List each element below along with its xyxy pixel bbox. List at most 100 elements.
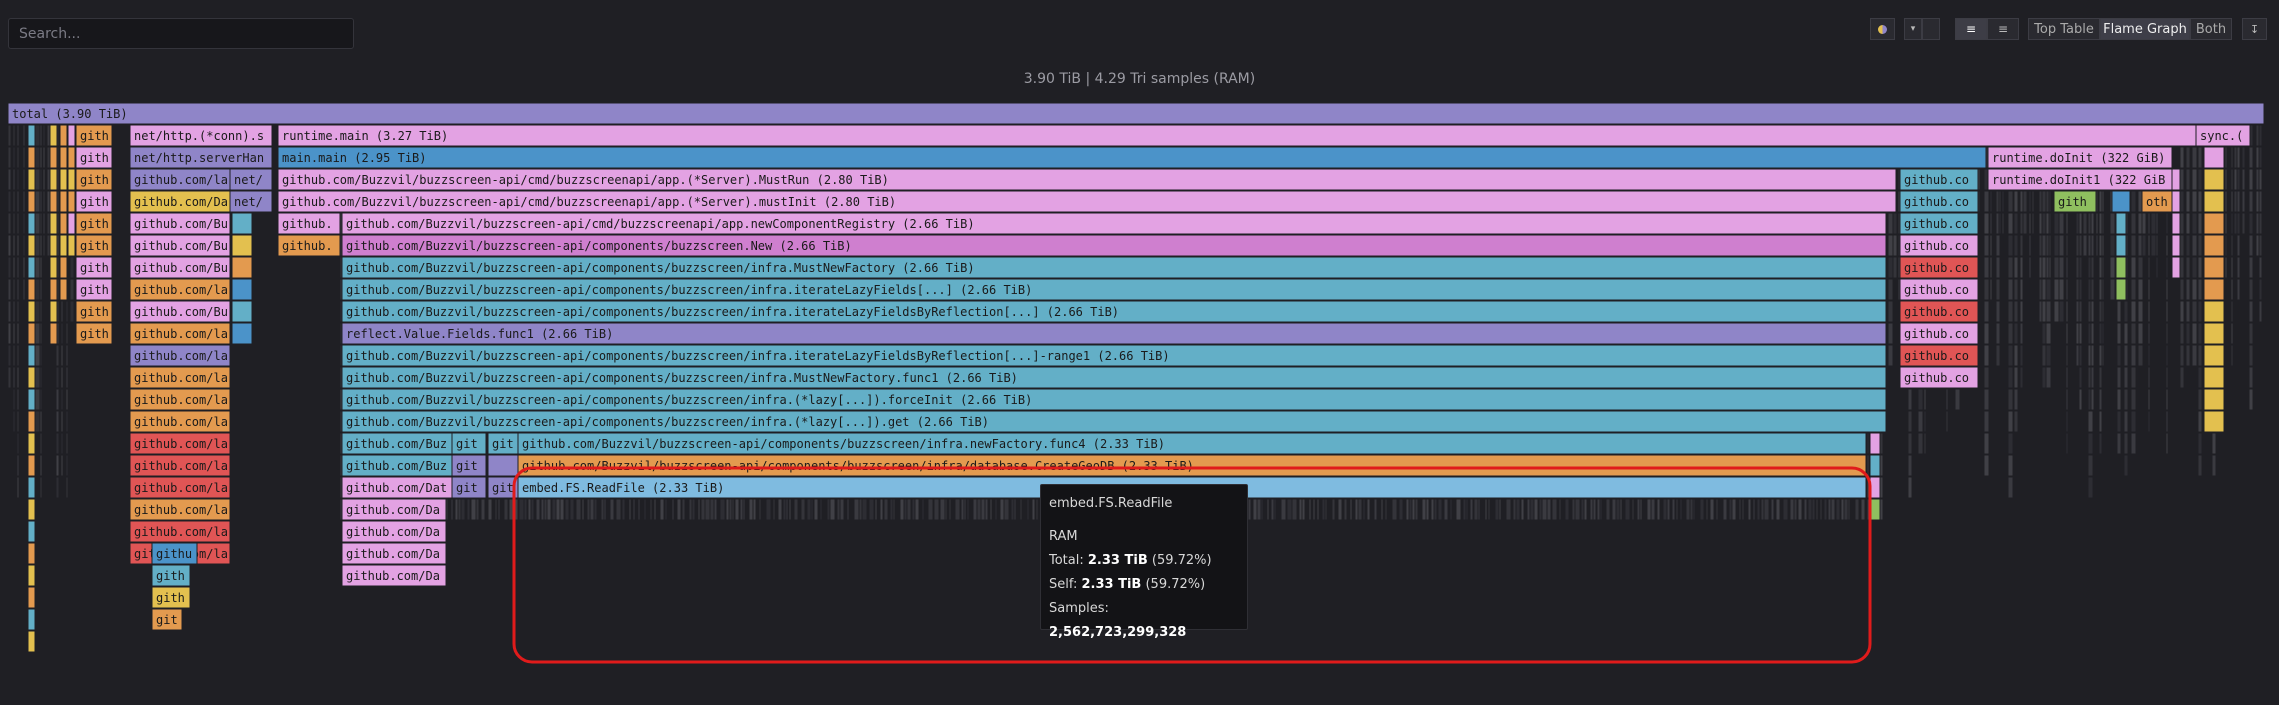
frame-minor[interactable] xyxy=(2101,212,2105,235)
frame-rect[interactable] xyxy=(653,498,657,521)
frame-minor[interactable] xyxy=(470,498,477,521)
frame-rect[interactable] xyxy=(39,190,43,213)
frame-rect[interactable] xyxy=(16,212,20,235)
frame-minor[interactable] xyxy=(2185,344,2191,367)
frame-minor[interactable] xyxy=(55,432,60,455)
frame-rect[interactable] xyxy=(2007,256,2014,279)
frame-rect[interactable] xyxy=(2058,234,2065,257)
frame-minor[interactable] xyxy=(2090,256,2095,279)
frame-minor[interactable] xyxy=(2123,388,2129,411)
frame-minor[interactable] xyxy=(60,366,64,389)
frame-rect[interactable] xyxy=(2078,278,2083,301)
frame-minor[interactable] xyxy=(55,344,60,367)
frame-minor[interactable] xyxy=(55,366,60,389)
frame-rect[interactable] xyxy=(2179,234,2185,257)
frame-minor[interactable] xyxy=(2230,344,2234,367)
frame-minor[interactable] xyxy=(1995,278,2001,301)
frame-rect[interactable] xyxy=(2116,300,2122,323)
frame-rect[interactable] xyxy=(1887,234,1894,257)
frame-minor[interactable] xyxy=(1983,454,1990,477)
frame-rect[interactable] xyxy=(559,498,565,521)
frame-rect[interactable] xyxy=(12,322,16,345)
frame-minor[interactable] xyxy=(16,212,20,235)
frame-rect[interactable] xyxy=(2248,278,2254,301)
frame-rect[interactable] xyxy=(16,124,20,147)
frame-rect[interactable] xyxy=(2048,212,2052,235)
frame-minor[interactable] xyxy=(2165,410,2169,433)
frame-minor[interactable] xyxy=(2007,432,2014,455)
frame-minor[interactable] xyxy=(1892,234,1898,257)
frame-rect[interactable] xyxy=(1954,388,1961,411)
frame-rect[interactable] xyxy=(16,388,20,411)
frame-minor[interactable] xyxy=(2179,234,2185,257)
frame-rect[interactable] xyxy=(2248,190,2254,213)
frame-rect[interactable] xyxy=(16,454,20,477)
frame-rect[interactable] xyxy=(1945,410,1949,433)
frame-rect[interactable] xyxy=(2130,256,2137,279)
frame-rect[interactable] xyxy=(12,344,16,367)
frame-rect[interactable] xyxy=(2007,410,2014,433)
frame-minor[interactable] xyxy=(2130,410,2137,433)
frame-rect[interactable] xyxy=(2053,278,2060,301)
frame-minor[interactable] xyxy=(2197,388,2203,411)
frame-rect[interactable] xyxy=(2258,146,2263,169)
frame-minor[interactable] xyxy=(2211,454,2217,477)
frame-rect[interactable] xyxy=(2248,366,2254,389)
frame-rect[interactable] xyxy=(2185,212,2191,235)
frame-minor[interactable] xyxy=(2236,212,2241,235)
frame-rect[interactable] xyxy=(2101,234,2105,257)
frame-minor[interactable] xyxy=(2165,322,2169,345)
frame-rect[interactable] xyxy=(60,410,64,433)
frame-minor[interactable] xyxy=(39,454,43,477)
frame-minor[interactable] xyxy=(2123,300,2129,323)
frame-minor[interactable] xyxy=(2090,234,2095,257)
frame-rect[interactable] xyxy=(2101,278,2105,301)
frame-rect[interactable] xyxy=(39,300,43,323)
frame-rect[interactable] xyxy=(1983,410,1990,433)
frame-rect[interactable] xyxy=(2179,366,2185,389)
frame-rect[interactable] xyxy=(2185,300,2191,323)
frame-minor[interactable] xyxy=(2013,256,2019,279)
frame-minor[interactable] xyxy=(2045,344,2052,367)
frame-minor[interactable] xyxy=(1989,256,1993,279)
frame-minor[interactable] xyxy=(2101,322,2105,345)
frame-rect[interactable] xyxy=(1998,190,2002,213)
frame-rect[interactable] xyxy=(2041,300,2047,323)
frame-rect[interactable] xyxy=(42,124,46,147)
frame-rect[interactable] xyxy=(2098,388,2103,411)
frame-rect[interactable] xyxy=(1995,234,2001,257)
frame-rect[interactable] xyxy=(1989,256,1993,279)
frame-rect[interactable] xyxy=(39,212,43,235)
frame-rect[interactable] xyxy=(2230,146,2234,169)
frame-minor[interactable] xyxy=(2258,124,2263,147)
frame-rect[interactable] xyxy=(2041,212,2047,235)
frame-rect[interactable] xyxy=(34,344,41,367)
frame-rect[interactable] xyxy=(2248,256,2254,279)
frame-minor[interactable] xyxy=(2007,300,2014,323)
frame-minor[interactable] xyxy=(2041,256,2047,279)
frame-rect[interactable] xyxy=(2116,410,2122,433)
frame-minor[interactable] xyxy=(34,212,41,235)
frame-minor[interactable] xyxy=(2019,256,2024,279)
frame-minor[interactable] xyxy=(2007,454,2014,477)
frame-minor[interactable] xyxy=(2095,234,2099,257)
frame-minor[interactable] xyxy=(16,432,20,455)
frame-minor[interactable] xyxy=(2041,322,2047,345)
frame-rect[interactable] xyxy=(628,498,632,521)
frame-minor[interactable] xyxy=(2224,190,2228,213)
frame-minor[interactable] xyxy=(2197,454,2203,477)
frame-rect[interactable] xyxy=(2258,190,2263,213)
frame-rect[interactable] xyxy=(2078,344,2083,367)
frame-rect[interactable] xyxy=(2087,476,2094,499)
frame-rect[interactable] xyxy=(2065,300,2069,323)
frame-rect[interactable] xyxy=(16,366,20,389)
frame-rect[interactable] xyxy=(2116,322,2122,345)
frame-minor[interactable] xyxy=(632,498,636,521)
frame-rect[interactable] xyxy=(1983,256,1990,279)
frame-minor[interactable] xyxy=(2147,300,2151,323)
frame-minor[interactable] xyxy=(1983,432,1990,455)
frame-rect[interactable] xyxy=(2130,410,2137,433)
frame-rect[interactable] xyxy=(2007,432,2014,455)
frame-rect[interactable] xyxy=(1892,212,1898,235)
frame-rect[interactable] xyxy=(22,212,26,235)
